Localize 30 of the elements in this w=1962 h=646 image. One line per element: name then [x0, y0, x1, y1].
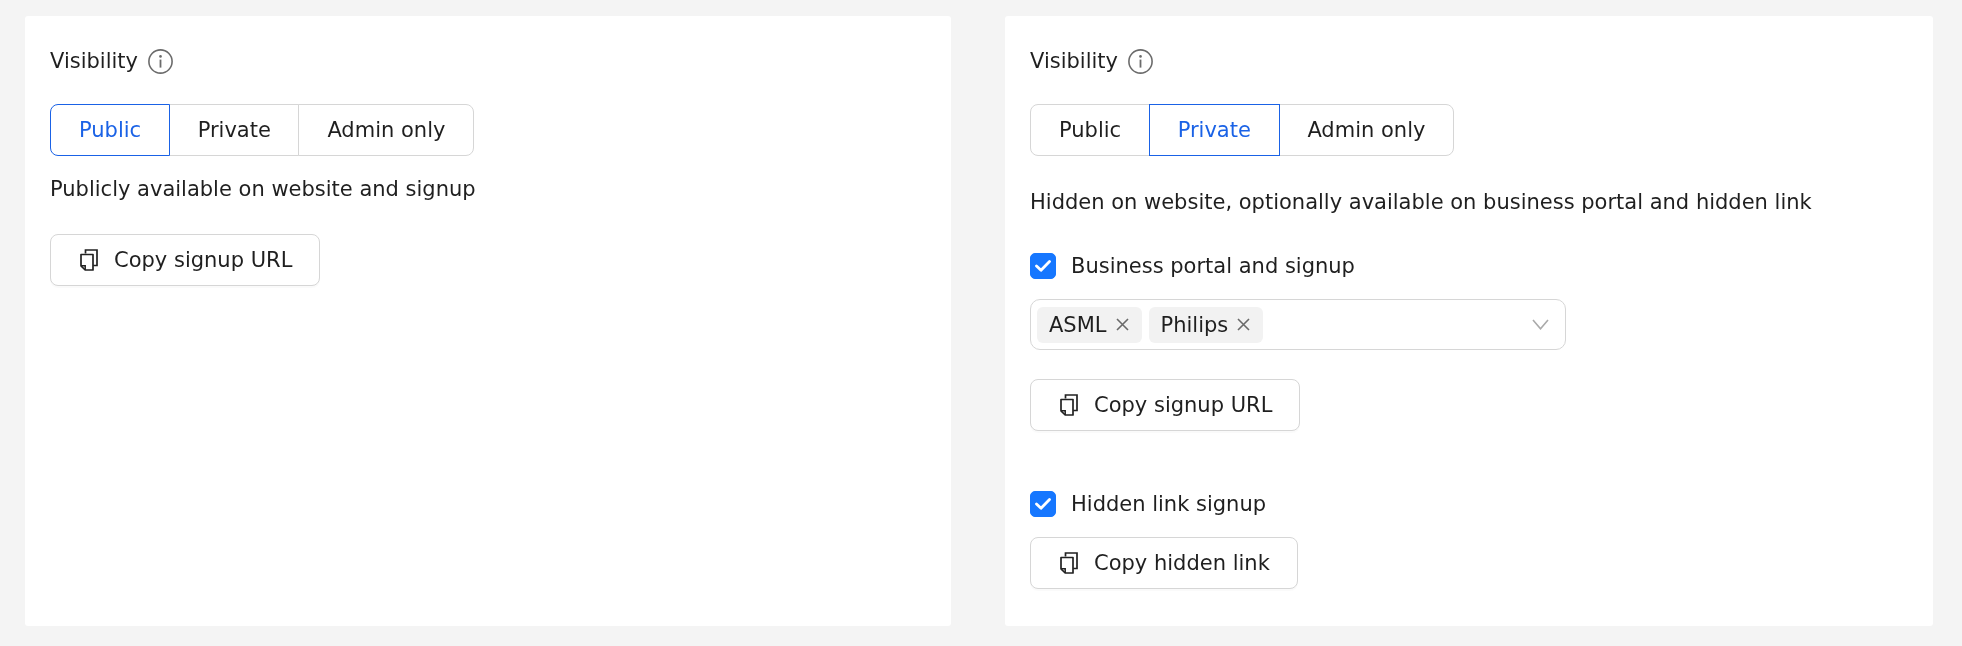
visibility-option[interactable]: Private	[168, 104, 300, 156]
checkbox-label: Hidden link signup	[1071, 491, 1267, 518]
description-text: Hidden on website, optionally available on business portal and hidden link	[1030, 189, 1812, 216]
visibility-option[interactable]: Private	[1148, 104, 1280, 156]
tag-select[interactable]: ASML Philips	[1030, 299, 1566, 350]
visibility-option[interactable]: Public	[50, 104, 171, 156]
info-icon	[148, 48, 173, 74]
info-icon	[1128, 48, 1153, 74]
copy-button[interactable]: Copy signup URL	[50, 234, 321, 286]
copy-button[interactable]: Copy signup URL	[1030, 379, 1301, 431]
tag-label: Philips	[1160, 311, 1229, 339]
visibility-option[interactable]: Public	[1030, 104, 1151, 156]
checkbox[interactable]	[1030, 253, 1056, 279]
remove-icon[interactable]	[1237, 318, 1251, 331]
copy-icon	[80, 249, 98, 271]
visibility-label: Visibility	[1030, 48, 1118, 75]
visibility-option[interactable]: Admin only	[1278, 104, 1455, 156]
copy-button[interactable]: Copy hidden link	[1030, 537, 1298, 589]
checkbox-label: Business portal and signup	[1071, 253, 1355, 280]
remove-icon[interactable]	[1115, 318, 1129, 331]
checkbox[interactable]	[1030, 491, 1056, 517]
copy-icon	[1060, 552, 1078, 574]
check-icon	[1035, 260, 1051, 272]
tag-label: ASML	[1049, 311, 1107, 339]
description-text: Publicly available on website and signup	[50, 176, 476, 203]
chevron-down-icon[interactable]	[1532, 319, 1549, 330]
check-icon	[1035, 498, 1051, 510]
visibility-label: Visibility	[50, 48, 138, 75]
copy-icon	[1060, 394, 1078, 416]
visibility-option[interactable]: Admin only	[298, 104, 475, 156]
